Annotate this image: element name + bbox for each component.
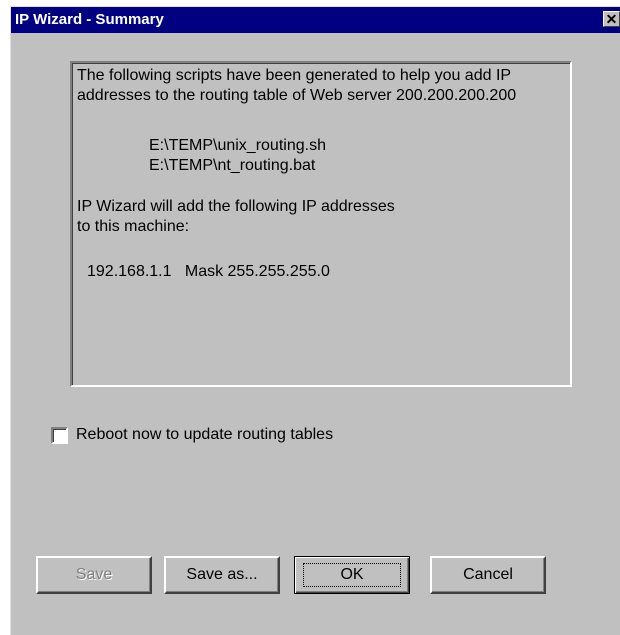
scripts-message-line-1: The following scripts have been generate… [77, 67, 512, 84]
close-icon: ✕ [605, 11, 618, 27]
save-as-button[interactable]: Save as... [164, 556, 280, 594]
scripts-message-line-2: addresses to the routing table of Web se… [77, 87, 517, 104]
window-title: IP Wizard - Summary [15, 11, 164, 28]
summary-text-box: The following scripts have been generate… [70, 61, 572, 387]
scripts-generated-message: The following scripts have been generate… [77, 66, 516, 106]
ip-message-line-2: to this machine: [77, 218, 190, 235]
cancel-button[interactable]: Cancel [430, 556, 546, 594]
reboot-checkbox-label[interactable]: Reboot now to update routing tables [76, 426, 333, 444]
title-bar[interactable]: IP Wizard - Summary ✕ [11, 7, 620, 33]
ip-message-line-1: IP Wizard will add the following IP addr… [77, 198, 395, 215]
save-button[interactable]: Save [36, 556, 152, 594]
close-button[interactable]: ✕ [603, 11, 620, 27]
summary-text-content: The following scripts have been generate… [72, 63, 570, 385]
ip-wizard-summary-dialog: IP Wizard - Summary ✕ The following scri… [10, 6, 620, 635]
ip-addresses-message: IP Wizard will add the following IP addr… [77, 197, 395, 237]
ip-address-entry: 192.168.1.1 Mask 255.255.255.0 [87, 263, 330, 280]
ok-button-label: OK [303, 563, 401, 587]
script-path-list: E:\TEMP\unix_routing.sh E:\TEMP\nt_routi… [149, 136, 326, 176]
ok-button[interactable]: OK [294, 556, 410, 594]
reboot-option[interactable]: Reboot now to update routing tables [51, 425, 333, 445]
reboot-checkbox[interactable] [51, 426, 68, 444]
script-path-nt: E:\TEMP\nt_routing.bat [149, 157, 316, 174]
script-path-unix: E:\TEMP\unix_routing.sh [149, 137, 326, 154]
